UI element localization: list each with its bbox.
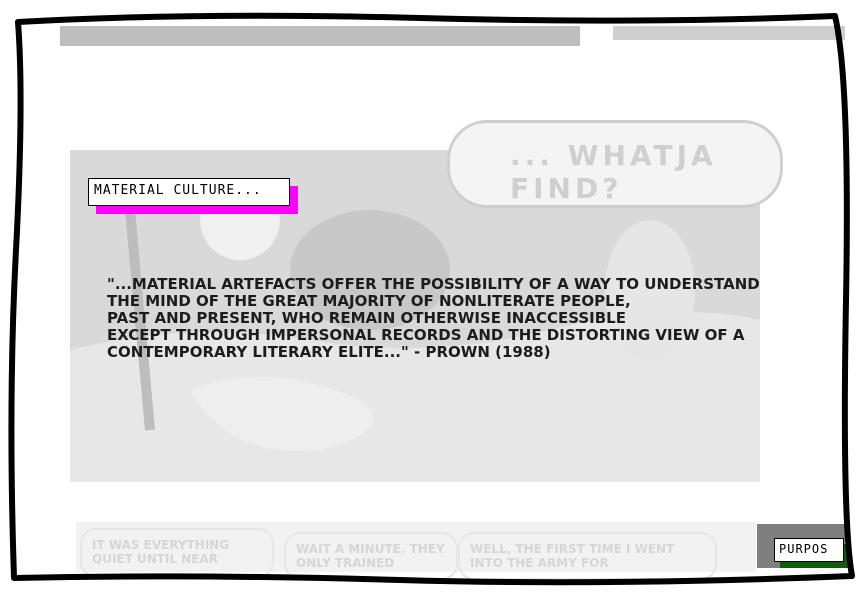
slide-frame (8, 12, 855, 586)
